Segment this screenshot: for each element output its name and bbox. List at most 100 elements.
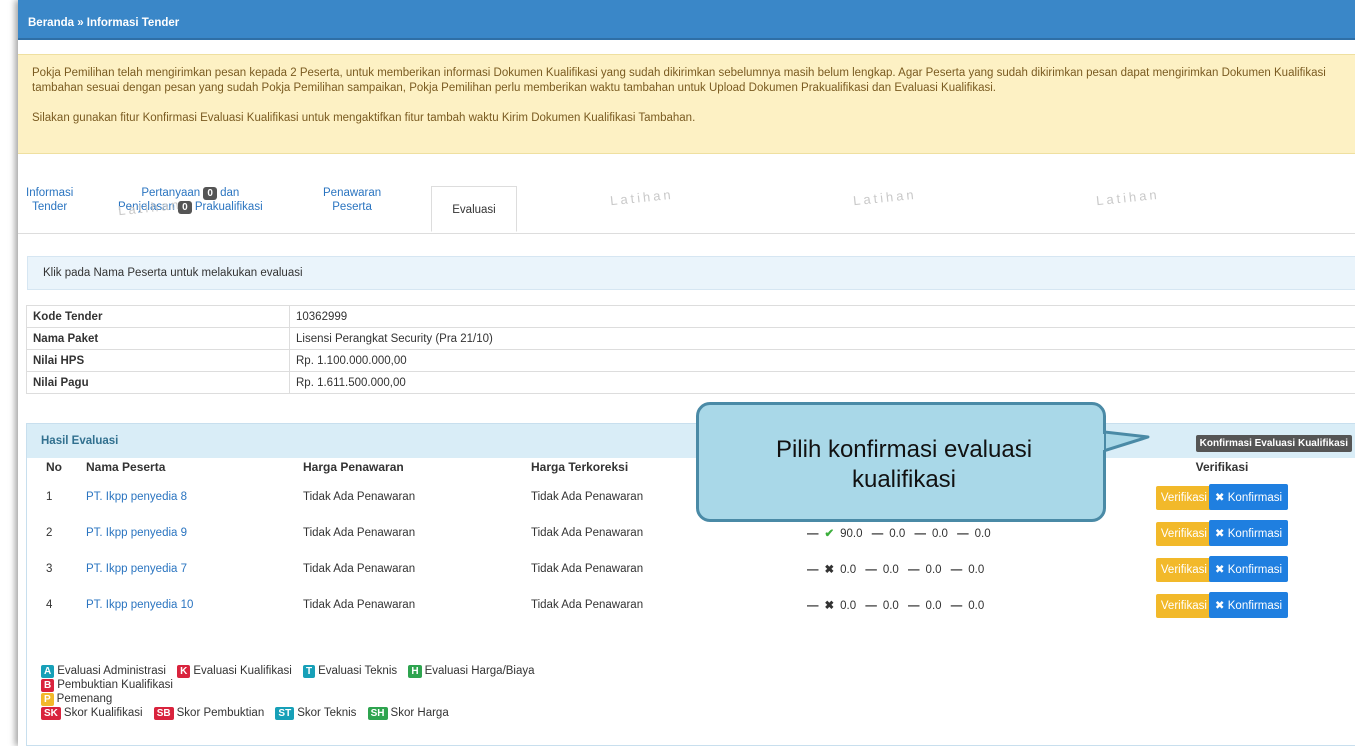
peserta-link[interactable]: PT. Ikpp penyedia 8 bbox=[82, 479, 299, 515]
table-row: Nilai Pagu Rp. 1.611.500.000,00 bbox=[26, 371, 1355, 394]
detail-label: Nilai HPS bbox=[26, 349, 290, 372]
tab-evaluasi[interactable]: Evaluasi bbox=[431, 186, 517, 232]
harga-penawaran: Tidak Ada Penawaran bbox=[303, 599, 416, 611]
close-icon: ✖ bbox=[1214, 564, 1225, 576]
score-value: 0.0 bbox=[925, 564, 942, 576]
legend-label: Evaluasi Teknis bbox=[318, 665, 398, 677]
legend-badge: P bbox=[41, 693, 54, 706]
tab-label: dan bbox=[220, 187, 240, 199]
cross-icon: ✖ bbox=[824, 600, 835, 612]
verifikasi-button[interactable]: Verifikasi bbox=[1155, 558, 1212, 582]
legend-label: Pemenang bbox=[56, 693, 113, 705]
score-value: 0.0 bbox=[840, 564, 857, 576]
callout-line: Pilih konfirmasi evaluasi bbox=[775, 436, 1033, 463]
tab-label: Peserta bbox=[332, 201, 372, 213]
column-header: Nama Peserta bbox=[86, 459, 166, 474]
info-message: Klik pada Nama Peserta untuk melakukan e… bbox=[27, 256, 1355, 290]
table-row: 2 PT. Ikpp penyedia 9 Tidak Ada Penawara… bbox=[42, 515, 1342, 551]
tender-details-table: Kode Tender 10362999 Nama Paket Lisensi Pe… bbox=[26, 305, 1355, 394]
legend-label: Skor Pembuktian bbox=[176, 707, 265, 719]
detail-value: Rp. 1.611.500.000,00 bbox=[289, 371, 1355, 394]
peserta-link[interactable]: PT. Ikpp penyedia 7 bbox=[82, 551, 299, 587]
legend-label: Skor Teknis bbox=[297, 707, 357, 719]
column-header: Harga Penawaran bbox=[303, 459, 404, 474]
tab-penawaran-peserta[interactable]: Penawaran Peserta bbox=[323, 186, 381, 214]
dash-icon: — bbox=[807, 564, 819, 576]
dash-icon: — bbox=[865, 600, 877, 612]
legend-label: Pembuktian Kualifikasi bbox=[57, 679, 173, 691]
watermark: Latihan bbox=[1095, 186, 1161, 209]
legend-badge: ST bbox=[275, 707, 295, 720]
score-value: 0.0 bbox=[925, 600, 942, 612]
legend-badge: B bbox=[41, 679, 55, 692]
legend-label: Evaluasi Administrasi bbox=[57, 665, 166, 677]
legend-label: Skor Kualifikasi bbox=[63, 707, 143, 719]
tab-informasi-tender[interactable]: Informasi Tender bbox=[26, 186, 73, 214]
tutorial-callout: Pilih konfirmasi evaluasi kualifikasi bbox=[696, 402, 1106, 522]
konfirmasi-button[interactable]: ✖ Konfirmasi bbox=[1208, 520, 1289, 546]
konfirmasi-evaluasi-kualifikasi-button[interactable]: Konfirmasi Evaluasi Kualifikasi bbox=[1195, 435, 1352, 452]
legend-badge: H bbox=[408, 665, 422, 678]
dash-icon: — bbox=[957, 528, 969, 540]
row-number: 4 bbox=[46, 599, 53, 611]
tab-bar: Informasi Tender Pertanyaan 0 dan Penjel… bbox=[18, 168, 1355, 234]
breadcrumb: Beranda » Informasi Tender bbox=[18, 0, 1355, 40]
button-label: Konfirmasi bbox=[1227, 600, 1283, 612]
table-row: 4 PT. Ikpp penyedia 10 Tidak Ada Penawar… bbox=[42, 587, 1342, 623]
row-number: 2 bbox=[46, 527, 53, 539]
button-label: Konfirmasi bbox=[1227, 492, 1283, 504]
verifikasi-button[interactable]: Verifikasi bbox=[1155, 522, 1212, 546]
legend-label: Skor Harga bbox=[390, 707, 449, 719]
harga-terkoreksi: Tidak Ada Penawaran bbox=[531, 563, 644, 575]
tab-label: Informasi bbox=[26, 187, 74, 199]
score-value: 0.0 bbox=[968, 600, 985, 612]
dash-icon: — bbox=[914, 528, 926, 540]
callout-line: kualifikasi bbox=[851, 466, 957, 493]
verifikasi-button[interactable]: Verifikasi bbox=[1155, 486, 1212, 510]
score-value: 0.0 bbox=[968, 564, 985, 576]
harga-penawaran: Tidak Ada Penawaran bbox=[303, 491, 416, 503]
konfirmasi-button[interactable]: ✖ Konfirmasi bbox=[1208, 484, 1289, 510]
legend-badge: SK bbox=[41, 707, 61, 720]
peserta-link[interactable]: PT. Ikpp penyedia 9 bbox=[82, 515, 299, 551]
peserta-link[interactable]: PT. Ikpp penyedia 10 bbox=[82, 587, 299, 623]
konfirmasi-button[interactable]: ✖ Konfirmasi bbox=[1208, 592, 1289, 618]
score-value: 0.0 bbox=[882, 564, 899, 576]
tab-label: Prakualifikasi bbox=[194, 201, 263, 213]
dash-icon: — bbox=[908, 600, 920, 612]
column-header: No bbox=[46, 459, 62, 474]
button-label: Konfirmasi bbox=[1227, 528, 1283, 540]
detail-value: 10362999 bbox=[289, 305, 1355, 328]
verifikasi-button[interactable]: Verifikasi bbox=[1155, 594, 1212, 618]
browser-frame: Beranda » Informasi Tender Pokja Pemilih… bbox=[18, 0, 1355, 746]
warning-alert: Pokja Pemilihan telah mengirimkan pesan … bbox=[18, 54, 1355, 154]
dash-icon: — bbox=[950, 600, 963, 612]
legend: A Evaluasi Administrasi K Evaluasi Kualifi… bbox=[41, 664, 543, 720]
row-number: 1 bbox=[46, 491, 53, 503]
score-value: 0.0 bbox=[882, 600, 899, 612]
score-value: 0.0 bbox=[840, 600, 857, 612]
table-row: Nilai HPS Rp. 1.100.000.000,00 bbox=[26, 349, 1355, 372]
evaluation-table: No Nama Peserta Harga Penawaran Harga Te… bbox=[42, 454, 1342, 623]
detail-value: Rp. 1.100.000.000,00 bbox=[289, 349, 1355, 372]
konfirmasi-button[interactable]: ✖ Konfirmasi bbox=[1208, 556, 1289, 582]
callout-text: Pilih konfirmasi evaluasi kualifikasi bbox=[699, 435, 1109, 495]
score-value: 0.0 bbox=[974, 528, 991, 540]
tab-label: Penawaran bbox=[323, 187, 382, 199]
dash-icon: — bbox=[950, 564, 963, 576]
button-label: Konfirmasi bbox=[1227, 564, 1283, 576]
row-number: 3 bbox=[46, 563, 53, 575]
dash-icon: — bbox=[908, 564, 920, 576]
score-value: 90.0 bbox=[840, 528, 863, 540]
table-row: Kode Tender 10362999 bbox=[26, 305, 1355, 328]
close-icon: ✖ bbox=[1214, 492, 1225, 504]
watermark: Latihan bbox=[852, 186, 918, 209]
alert-instruction: Silakan gunakan fitur Konfirmasi Evaluas… bbox=[32, 112, 696, 124]
watermark: Latihan bbox=[609, 186, 675, 209]
dash-icon: — bbox=[871, 528, 884, 540]
legend-badge: T bbox=[302, 665, 316, 678]
legend-badge: A bbox=[41, 665, 55, 678]
table-row: 1 PT. Ikpp penyedia 8 Tidak Ada Penawara… bbox=[42, 479, 1342, 515]
check-icon: ✔ bbox=[824, 528, 835, 540]
detail-label: Nilai Pagu bbox=[26, 371, 290, 394]
